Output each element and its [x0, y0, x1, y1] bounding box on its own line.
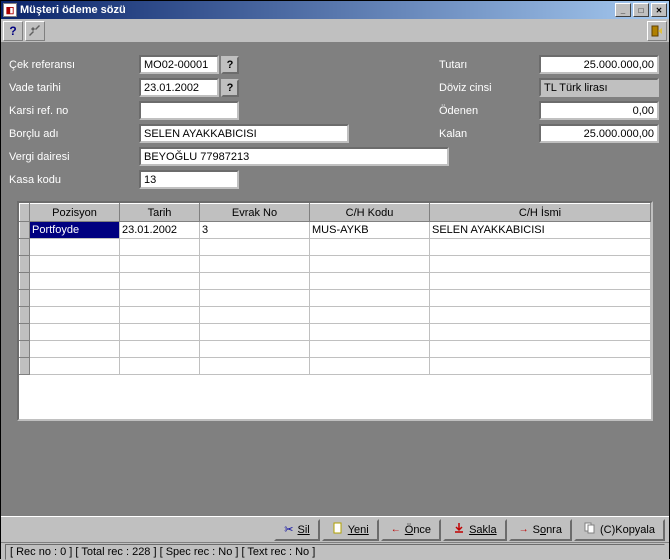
sakla-label: Sakla [469, 524, 497, 536]
kasa-input[interactable]: 13 [139, 170, 239, 189]
close-button[interactable]: ✕ [651, 3, 667, 17]
tutari-input[interactable]: 25.000.000,00 [539, 55, 659, 74]
odenen-input[interactable]: 0,00 [539, 101, 659, 120]
vade-input[interactable]: 23.01.2002 [139, 78, 219, 97]
arrow-right-icon: → [519, 524, 529, 535]
action-bar: ✂ Sil Yeni ← Önce Sakla → Sonra (C)Kopya… [1, 516, 669, 542]
status-bar: [ Rec no : 0 ] [ Total rec : 228 ] [ Spe… [1, 542, 669, 560]
table-row[interactable] [20, 239, 651, 256]
window-title: Müşteri ödeme sözü [20, 4, 126, 16]
karsi-label: Karsi ref. no [9, 105, 139, 117]
col-evrak[interactable]: Evrak No [200, 204, 310, 222]
col-pozisyon[interactable]: Pozisyon [30, 204, 120, 222]
table-row[interactable] [20, 358, 651, 375]
table-row[interactable] [20, 341, 651, 358]
doviz-display: TL Türk lirası [539, 78, 659, 97]
copy-icon [584, 522, 596, 537]
movements-table[interactable]: Pozisyon Tarih Evrak No C/H Kodu C/H İsm… [17, 201, 653, 421]
minimize-button[interactable]: _ [615, 3, 631, 17]
once-button[interactable]: ← Önce [381, 519, 441, 541]
help-icon[interactable]: ? [3, 21, 23, 41]
exit-icon[interactable] [647, 21, 667, 41]
sil-button[interactable]: ✂ Sil [274, 519, 319, 541]
tools-icon[interactable] [25, 21, 45, 41]
titlebar: ◧ Müşteri ödeme sözü _ □ ✕ [1, 1, 669, 19]
karsi-input[interactable] [139, 101, 239, 120]
table-row[interactable]: Portfoyde 23.01.2002 3 MUS-AYKB SELEN AY… [20, 222, 651, 239]
kalan-label: Kalan [439, 128, 539, 140]
table-row[interactable] [20, 290, 651, 307]
new-icon [332, 522, 344, 537]
vergi-label: Vergi dairesi [9, 151, 139, 163]
cek-ref-label: Çek referansı [9, 59, 139, 71]
odenen-label: Ödenen [439, 105, 539, 117]
cell-tarih[interactable]: 23.01.2002 [120, 222, 200, 239]
yeni-button[interactable]: Yeni [322, 519, 379, 541]
cell-chkodu[interactable]: MUS-AYKB [310, 222, 430, 239]
col-chkodu[interactable]: C/H Kodu [310, 204, 430, 222]
cek-ref-input[interactable]: MO02-00001 [139, 55, 219, 74]
table-row[interactable] [20, 256, 651, 273]
vergi-input[interactable]: BEYOĞLU 77987213 [139, 147, 449, 166]
arrow-left-icon: ← [391, 524, 401, 535]
col-tarih[interactable]: Tarih [120, 204, 200, 222]
yeni-label: Yeni [348, 524, 369, 536]
status-text: [ Rec no : 0 ] [ Total rec : 228 ] [ Spe… [5, 544, 665, 560]
vade-label: Vade tarihi [9, 82, 139, 94]
borclu-input[interactable]: SELEN AYAKKABICISI [139, 124, 349, 143]
kalan-input[interactable]: 25.000.000,00 [539, 124, 659, 143]
maximize-button[interactable]: □ [633, 3, 649, 17]
save-icon [453, 522, 465, 537]
table-row[interactable] [20, 273, 651, 290]
kopyala-button[interactable]: (C)Kopyala [574, 519, 665, 541]
col-chismi[interactable]: C/H İsmi [430, 204, 651, 222]
table-row[interactable] [20, 307, 651, 324]
delete-icon: ✂ [284, 523, 293, 536]
vade-lookup-button[interactable]: ? [221, 79, 239, 97]
cek-ref-lookup-button[interactable]: ? [221, 56, 239, 74]
doviz-label: Döviz cinsi [439, 82, 539, 94]
sakla-button[interactable]: Sakla [443, 519, 507, 541]
cell-chismi[interactable]: SELEN AYAKKABICISI [430, 222, 651, 239]
table-header-row: Pozisyon Tarih Evrak No C/H Kodu C/H İsm… [20, 204, 651, 222]
cell-evrak[interactable]: 3 [200, 222, 310, 239]
kasa-label: Kasa kodu [9, 174, 139, 186]
toolbar: ? [1, 19, 669, 43]
tutari-label: Tutarı [439, 59, 539, 71]
app-icon: ◧ [3, 3, 17, 17]
sil-label: Sil [298, 524, 310, 536]
table-row[interactable] [20, 324, 651, 341]
kopyala-label: (C)Kopyala [600, 524, 655, 536]
sonra-button[interactable]: → Sonra [509, 519, 572, 541]
borclu-label: Borçlu adı [9, 128, 139, 140]
cell-pozisyon[interactable]: Portfoyde [30, 222, 120, 239]
main-area: Çek referansı MO02-00001 ? Tutarı 25.000… [1, 43, 669, 516]
